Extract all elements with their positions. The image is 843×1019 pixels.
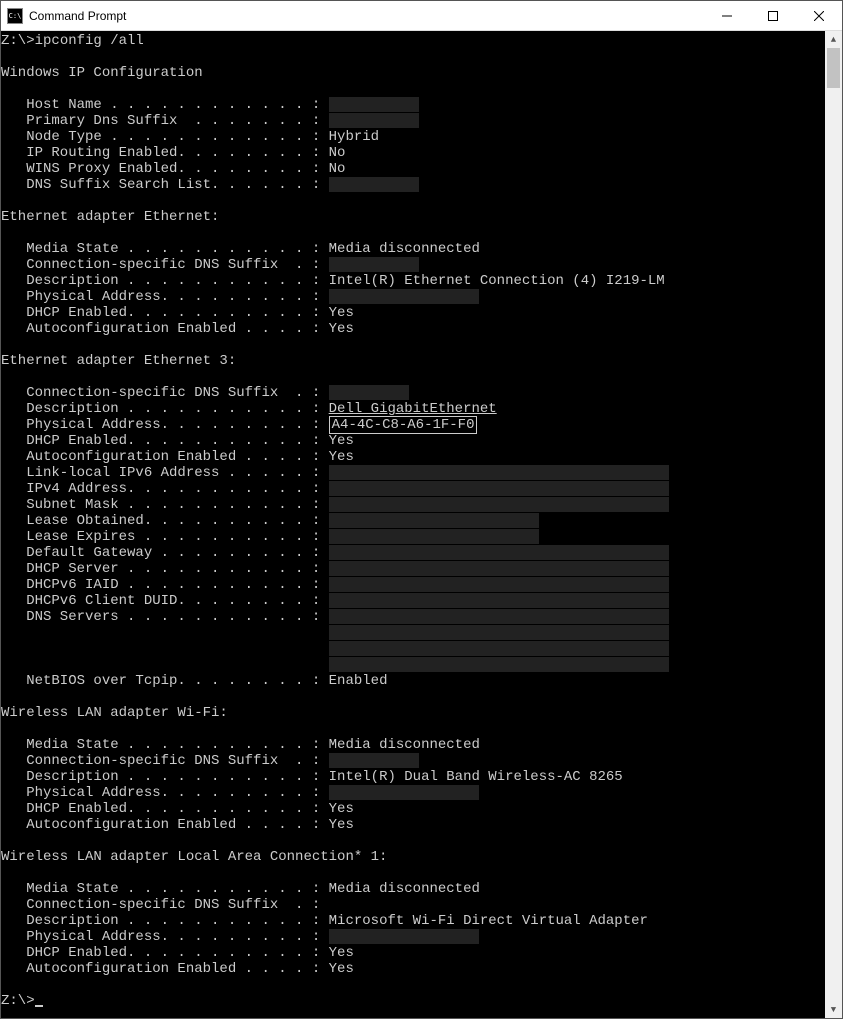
redacted-value	[329, 609, 669, 624]
wifi-conn-dns: Connection-specific DNS Suffix . :	[1, 753, 419, 769]
eth3-dns-servers: DNS Servers . . . . . . . . . . . :	[1, 609, 669, 625]
eth3-netbios: NetBIOS over Tcpip. . . . . . . . : Enab…	[1, 673, 387, 689]
eth-phys: Physical Address. . . . . . . . . :	[1, 289, 479, 305]
eth3-lease-obt: Lease Obtained. . . . . . . . . . :	[1, 513, 539, 529]
redacted-value	[329, 545, 669, 560]
prompt-line: Z:\>ipconfig /all	[1, 33, 144, 49]
app-icon: C:\	[7, 8, 23, 24]
redacted-value	[329, 513, 539, 528]
minimize-button[interactable]	[704, 1, 750, 31]
redacted-value	[329, 577, 669, 592]
redacted-value	[329, 625, 669, 640]
redacted-value	[329, 529, 539, 544]
eth3-dhcpv6-duid: DHCPv6 Client DUID. . . . . . . . :	[1, 593, 669, 609]
lac1-conn-dns: Connection-specific DNS Suffix . :	[1, 897, 320, 913]
eth3-ipv4: IPv4 Address. . . . . . . . . . . :	[1, 481, 669, 497]
wifi-desc: Description . . . . . . . . . . . : Inte…	[1, 769, 623, 785]
eth-desc: Description . . . . . . . . . . . : Inte…	[1, 273, 665, 289]
redacted-value	[329, 177, 419, 192]
final-prompt: Z:\>	[1, 993, 43, 1009]
wifi-media-state: Media State . . . . . . . . . . . : Medi…	[1, 737, 480, 753]
eth3-linklocal: Link-local IPv6 Address . . . . . :	[1, 465, 669, 481]
redacted-value	[329, 385, 409, 400]
section-winip: Windows IP Configuration	[1, 65, 203, 81]
wifi-autoconf: Autoconfiguration Enabled . . . . : Yes	[1, 817, 354, 833]
titlebar[interactable]: C:\ Command Prompt	[1, 1, 842, 31]
redacted-value	[329, 753, 419, 768]
eth3-dns-server-3	[1, 641, 669, 657]
scroll-up-button[interactable]: ▲	[825, 31, 842, 48]
eth-media-state: Media State . . . . . . . . . . . : Medi…	[1, 241, 480, 257]
wifi-dhcp: DHCP Enabled. . . . . . . . . . . : Yes	[1, 801, 354, 817]
lac1-media-state: Media State . . . . . . . . . . . : Medi…	[1, 881, 480, 897]
close-button[interactable]	[796, 1, 842, 31]
dns-search-line: DNS Suffix Search List. . . . . . :	[1, 177, 419, 193]
redacted-value	[329, 657, 669, 672]
scrollbar-track[interactable]	[825, 48, 842, 1001]
eth-dhcp: DHCP Enabled. . . . . . . . . . . : Yes	[1, 305, 354, 321]
vertical-scrollbar[interactable]: ▲ ▼	[825, 31, 842, 1018]
eth3-lease-exp: Lease Expires . . . . . . . . . . :	[1, 529, 539, 545]
cursor-icon	[35, 1005, 43, 1007]
eth3-dns-server-4	[1, 657, 669, 673]
scrollbar-thumb[interactable]	[827, 48, 840, 88]
eth3-subnet: Subnet Mask . . . . . . . . . . . :	[1, 497, 669, 513]
redacted-value	[329, 481, 669, 496]
wifi-phys: Physical Address. . . . . . . . . :	[1, 785, 479, 801]
redacted-value	[329, 561, 669, 576]
wins-proxy-line: WINS Proxy Enabled. . . . . . . . : No	[1, 161, 345, 177]
lac1-desc: Description . . . . . . . . . . . : Micr…	[1, 913, 648, 929]
section-eth3: Ethernet adapter Ethernet 3:	[1, 353, 236, 369]
redacted-value	[329, 593, 669, 608]
ip-routing-line: IP Routing Enabled. . . . . . . . : No	[1, 145, 345, 161]
section-wifi: Wireless LAN adapter Wi-Fi:	[1, 705, 228, 721]
eth3-dhcp: DHCP Enabled. . . . . . . . . . . : Yes	[1, 433, 354, 449]
section-lac1: Wireless LAN adapter Local Area Connecti…	[1, 849, 387, 865]
section-eth: Ethernet adapter Ethernet:	[1, 209, 219, 225]
redacted-value	[329, 641, 669, 656]
node-type-line: Node Type . . . . . . . . . . . . : Hybr…	[1, 129, 379, 145]
console-output[interactable]: Z:\>ipconfig /all Windows IP Configurati…	[1, 31, 825, 1018]
redacted-value	[329, 113, 419, 128]
eth3-gateway: Default Gateway . . . . . . . . . :	[1, 545, 669, 561]
redacted-value	[329, 465, 669, 480]
eth3-autoconf: Autoconfiguration Enabled . . . . : Yes	[1, 449, 354, 465]
redacted-value	[329, 97, 419, 112]
lac1-dhcp: DHCP Enabled. . . . . . . . . . . : Yes	[1, 945, 354, 961]
eth3-dhcp-server: DHCP Server . . . . . . . . . . . :	[1, 561, 669, 577]
eth3-dns-server-2	[1, 625, 669, 641]
eth-autoconf: Autoconfiguration Enabled . . . . : Yes	[1, 321, 354, 337]
highlighted-mac: A4-4C-C8-A6-1F-F0	[329, 416, 478, 434]
redacted-value	[329, 497, 669, 512]
maximize-button[interactable]	[750, 1, 796, 31]
eth-conn-dns: Connection-specific DNS Suffix . :	[1, 257, 419, 273]
eth3-conn-dns: Connection-specific DNS Suffix . :	[1, 385, 409, 401]
primary-dns-line: Primary Dns Suffix . . . . . . . :	[1, 113, 419, 129]
redacted-value	[329, 257, 419, 272]
scroll-down-button[interactable]: ▼	[825, 1001, 842, 1018]
hostname-line: Host Name . . . . . . . . . . . . :	[1, 97, 419, 113]
redacted-value	[329, 929, 479, 944]
command-prompt-window: C:\ Command Prompt Z:\>ipconfig /all Win…	[0, 0, 843, 1019]
eth3-phys: Physical Address. . . . . . . . . : A4-4…	[1, 416, 477, 434]
window-title: Command Prompt	[29, 9, 704, 23]
client-area: Z:\>ipconfig /all Windows IP Configurati…	[1, 31, 842, 1018]
lac1-phys: Physical Address. . . . . . . . . :	[1, 929, 479, 945]
eth3-desc: Description . . . . . . . . . . . : Dell…	[1, 401, 497, 417]
eth3-dhcpv6-iaid: DHCPv6 IAID . . . . . . . . . . . :	[1, 577, 669, 593]
lac1-autoconf: Autoconfiguration Enabled . . . . : Yes	[1, 961, 354, 977]
redacted-value	[329, 289, 479, 304]
redacted-value	[329, 785, 479, 800]
